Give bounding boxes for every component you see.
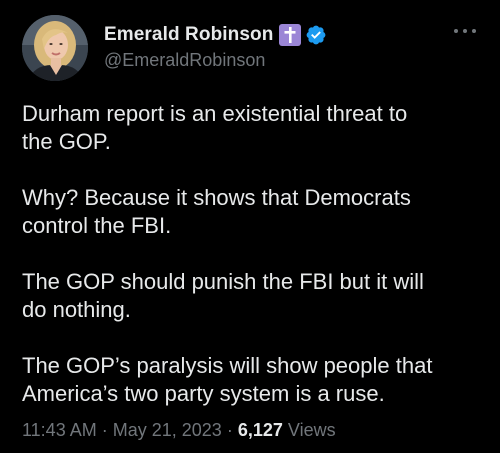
- tweet-paragraph: Durham report is an existential threat t…: [22, 101, 408, 154]
- meta-separator: ·: [226, 420, 233, 440]
- tweet-date[interactable]: May 21, 2023: [113, 420, 222, 440]
- author-avatar[interactable]: [22, 15, 88, 81]
- tweet-meta: 11:43 AM · May 21, 2023 · 6,127 Views: [22, 420, 336, 441]
- tweet-paragraph: The GOP should punish the FBI but it wil…: [22, 269, 424, 322]
- tweet-text: Durham report is an existential threat t…: [22, 100, 482, 436]
- views-count[interactable]: 6,127: [238, 420, 283, 440]
- author-display-name[interactable]: Emerald Robinson: [104, 24, 273, 46]
- tweet-time[interactable]: 11:43 AM: [22, 420, 97, 440]
- verified-badge-icon[interactable]: [305, 24, 327, 46]
- views-label: Views: [287, 420, 336, 440]
- cross-icon: [279, 24, 302, 46]
- meta-separator: ·: [101, 420, 108, 440]
- tweet-paragraph: The GOP’s paralysis will show people tha…: [22, 353, 433, 406]
- tweet-paragraph: Why? Because it shows that Democrats con…: [22, 185, 411, 238]
- tweet-card: Emerald Robinson @EmeraldRobinson Durham…: [0, 0, 500, 453]
- author-name-row: Emerald Robinson: [104, 22, 327, 48]
- more-dot: [463, 29, 467, 33]
- more-options-icon[interactable]: [454, 26, 476, 36]
- author-handle[interactable]: @EmeraldRobinson: [104, 50, 265, 71]
- more-dot: [472, 29, 476, 33]
- avatar-photo-icon: [22, 15, 88, 81]
- more-dot: [454, 29, 458, 33]
